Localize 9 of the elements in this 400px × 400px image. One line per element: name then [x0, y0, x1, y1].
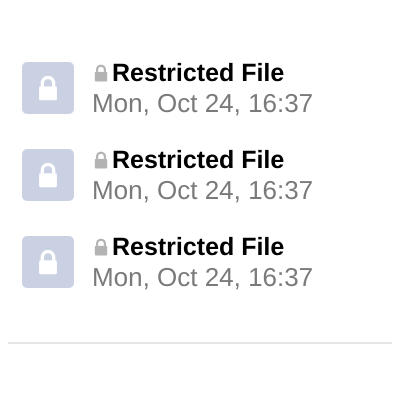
file-thumbnail[interactable] [22, 62, 74, 114]
file-title[interactable]: Restricted File [112, 145, 284, 175]
file-date: Mon, Oct 24, 16:37 [92, 175, 314, 205]
file-thumbnail[interactable] [22, 236, 74, 288]
file-date: Mon, Oct 24, 16:37 [92, 262, 314, 292]
file-date: Mon, Oct 24, 16:37 [92, 88, 314, 118]
file-title[interactable]: Restricted File [112, 232, 284, 262]
file-thumbnail[interactable] [22, 149, 74, 201]
file-title[interactable]: Restricted File [112, 58, 284, 88]
